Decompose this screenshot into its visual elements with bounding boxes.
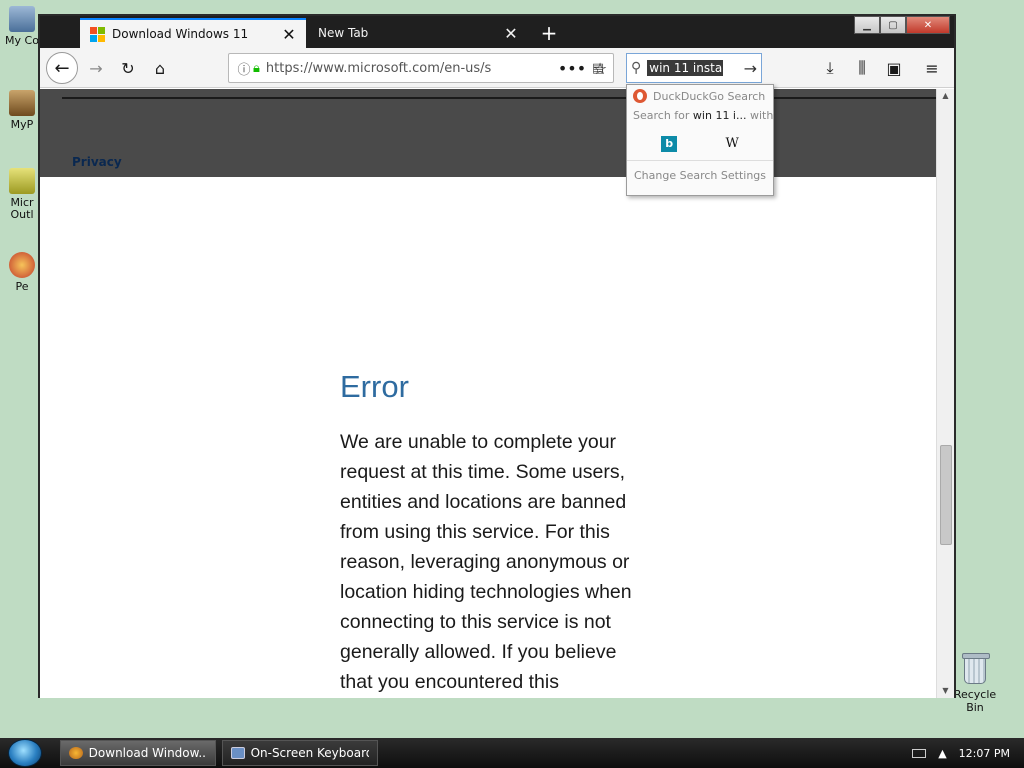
back-button[interactable]: ← [46,52,78,84]
downloads-icon[interactable]: ⤓ [816,54,844,82]
search-for-row: Search for win 11 i... with: [627,107,773,124]
computer-icon [9,6,35,32]
url-text[interactable]: https://www.microsoft.com/en-us/s [266,61,583,76]
show-hidden-icons-icon[interactable]: ▲ [938,747,946,760]
search-box[interactable]: ⚲ win 11 installe → [626,53,762,83]
change-search-settings-button[interactable]: Change Search Settings [627,161,773,190]
window-controls: ▁ ▢ ✕ [854,16,950,34]
taskbar-item-browser[interactable]: Download Window... [60,740,216,766]
alt-engines-row: b W [627,128,773,161]
taskbar-item-osk[interactable]: On-Screen Keyboard [222,740,378,766]
engine-name: DuckDuckGo Search [653,89,766,103]
close-tab-icon[interactable]: ✕ [502,24,520,43]
scroll-thumb[interactable] [940,445,952,545]
divider [62,97,936,99]
duckduckgo-icon [633,89,647,103]
maximize-button[interactable]: ▢ [880,16,906,34]
error-heading: Error [340,369,409,404]
microsoft-logo-icon [90,27,105,42]
tab-label: New Tab [318,26,369,40]
menu-icon[interactable]: ≡ [918,54,946,82]
minimize-button[interactable]: ▁ [854,16,880,34]
tab-new-tab[interactable]: New Tab ✕ [308,18,528,48]
system-tray: ▲ 12:07 PM [912,738,1010,768]
recycle-bin-label: Recycle Bin [953,688,997,714]
tab-strip: Download Windows 11 ✕ New Tab ✕ + ▁ ▢ ✕ [40,16,954,48]
search-input[interactable]: win 11 installe [647,60,724,76]
address-bar[interactable]: ⓘ 🔒︎ https://www.microsoft.com/en-us/s ▤ [228,53,614,83]
start-button[interactable] [8,739,42,767]
search-go-arrow-icon[interactable]: → [744,59,757,78]
lock-icon[interactable]: 🔒︎ [253,61,260,76]
vertical-scrollbar[interactable]: ▲ ▼ [936,89,954,698]
wikipedia-icon[interactable]: W [725,136,738,152]
taskbar-item-label: Download Window... [88,746,207,760]
taskbar: Download Window... On-Screen Keyboard ▲ … [0,738,1024,768]
tab-download-windows[interactable]: Download Windows 11 ✕ [80,18,306,48]
page-actions-button[interactable]: ••• [558,54,586,82]
outlook-icon [9,168,35,194]
tab-label: Download Windows 11 [112,27,249,41]
dropdown-engine-header: DuckDuckGo Search [627,85,773,107]
taskbar-item-label: On-Screen Keyboard [250,746,369,760]
search-for-suffix: with: [749,109,773,122]
forward-button[interactable]: → [82,54,110,82]
bookmark-star-icon[interactable]: ☆ [586,54,614,82]
nav-toolbar: ← → ↻ ⌂ ⓘ 🔒︎ https://www.microsoft.com/e… [40,48,954,88]
bing-icon[interactable]: b [661,136,678,152]
close-window-button[interactable]: ✕ [906,16,950,34]
search-icon: ⚲ [631,60,642,76]
search-for-query: win 11 i... [692,109,747,122]
keyboard-icon [231,747,245,759]
scroll-down-icon[interactable]: ▼ [937,684,954,698]
shortcut-icon [9,252,35,278]
keyboard-tray-icon[interactable] [912,748,927,758]
error-message: We are unable to complete your request a… [340,431,632,693]
browser-window: Download Windows 11 ✕ New Tab ✕ + ▁ ▢ ✕ … [38,14,956,698]
firefox-icon [69,747,83,759]
recycle-bin-icon [962,653,990,684]
page-content: Privacy Error We are unable to complete … [40,89,936,698]
shortcut-icon [9,90,35,116]
clock[interactable]: 12:07 PM [959,747,1010,760]
privacy-link[interactable]: Privacy [72,155,122,169]
new-tab-button[interactable]: + [536,20,562,46]
home-button[interactable]: ⌂ [146,54,174,82]
reload-button[interactable]: ↻ [114,54,142,82]
scroll-up-icon[interactable]: ▲ [937,89,954,103]
info-icon[interactable]: ⓘ [235,59,253,78]
search-for-prefix: Search for [633,109,690,122]
page-footer-band: Privacy [40,89,936,177]
search-suggestions-dropdown: DuckDuckGo Search Search for win 11 i...… [626,84,774,196]
close-tab-icon[interactable]: ✕ [280,25,298,44]
sidebar-icon[interactable]: ▣ [880,54,908,82]
library-icon[interactable]: ⫼ [848,54,876,82]
